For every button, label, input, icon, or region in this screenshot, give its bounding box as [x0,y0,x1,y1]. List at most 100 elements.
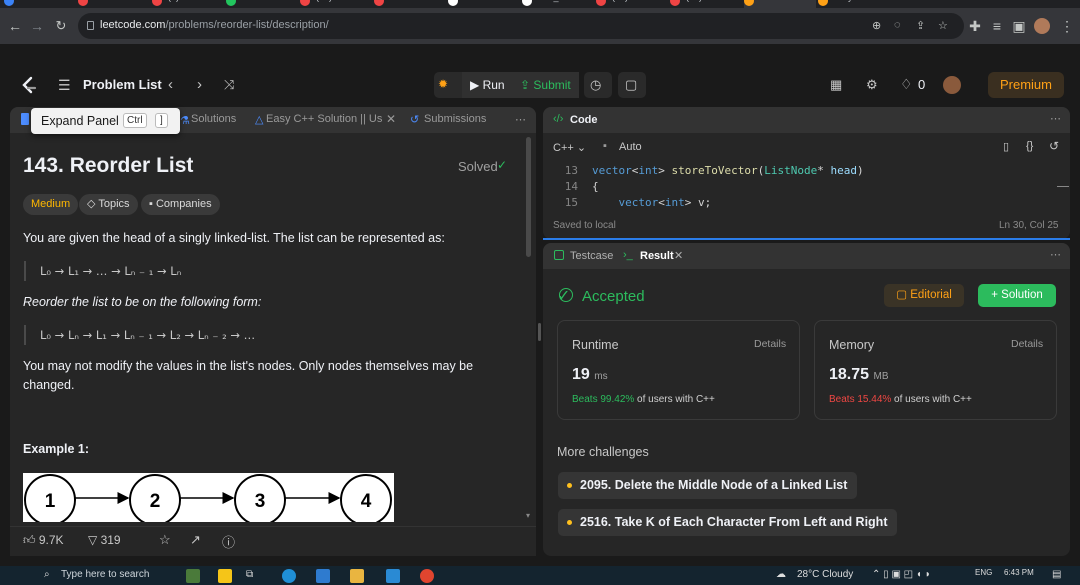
auto-mode-label[interactable]: Auto [619,141,642,153]
memory-card[interactable]: Memory Details 18.75 MB Beats 15.44% of … [814,320,1057,420]
description-tab-icon[interactable] [21,113,29,125]
search-icon[interactable]: ⌕ [44,569,50,580]
taskbar-widget-icon[interactable] [186,569,200,583]
notification-icon[interactable]: ▤ [1052,569,1061,580]
side-panel-icon[interactable]: ▣ [1010,17,1028,35]
list-icon[interactable]: ☰ [58,77,71,94]
share-icon[interactable]: ⇪ [916,19,925,32]
next-problem-icon[interactable]: › [197,76,202,93]
browser-tab[interactable]: Bike R ✕ [4,0,76,8]
close-tab-icon[interactable]: ✕ [722,0,730,2]
leetcode-logo-icon[interactable] [20,76,38,96]
language-select[interactable]: C++ ⌄ [553,141,586,154]
close-tab-icon[interactable]: ✕ [351,0,359,2]
settings-icon[interactable]: ⚙ [866,77,878,93]
language-indicator[interactable]: ENG [975,568,992,577]
vscode-icon[interactable] [386,569,400,583]
tab-submissions[interactable]: Submissions [424,113,486,125]
close-tab-icon[interactable]: ✕ [578,0,586,2]
runtime-details-link[interactable]: Details [754,338,786,350]
bookmark-icon[interactable]: ▯ [1003,140,1009,153]
zoom-icon[interactable]: ⊕ [872,19,881,32]
help-icon[interactable]: ⓘ [222,532,235,551]
code-line[interactable]: 15 vector<int> v; [550,196,712,209]
premium-button[interactable]: Premium [988,72,1064,98]
browser-tab[interactable]: (12) Lo ✕ [596,0,668,8]
close-tab-icon[interactable]: ✕ [53,0,61,2]
like-button[interactable]: 👍︎ 9.7K [23,533,64,548]
close-tab-icon[interactable]: ✕ [201,0,209,2]
mail-icon[interactable] [316,569,330,583]
format-braces-icon[interactable]: {} [1026,140,1033,152]
tab-solution-article[interactable]: Easy C++ Solution || Usin [266,113,382,125]
profile-avatar[interactable] [1034,18,1050,34]
post-solution-button[interactable]: + Solution [978,284,1056,307]
task-view-icon[interactable]: ⧉ [246,569,253,580]
bookmark-star-icon[interactable]: ☆ [938,19,948,32]
browser-tab[interactable]: Welcom ✕ [226,0,298,8]
back-icon[interactable]: ← [6,17,24,35]
close-tab-icon[interactable]: ✕ [386,112,396,126]
shuffle-icon[interactable]: ⤨ [224,77,234,93]
close-tab-icon[interactable]: ✕ [126,0,134,2]
prev-problem-icon[interactable]: ‹ [168,76,173,93]
close-tab-icon[interactable]: ✕ [426,0,434,2]
eye-off-icon[interactable]: ◌ [894,19,901,31]
clock[interactable]: 6:43 PM [1004,568,1034,577]
address-bar[interactable]: leetcode.com/problems/reorder-list/descr… [78,13,964,39]
browser-tab[interactable]: Rahil C ✕ [448,0,520,8]
debug-icon[interactable]: ✹ [438,77,448,91]
weather-text[interactable]: 28°C Cloudy [797,569,853,580]
browser-tab[interactable]: Coach ✕ [78,0,150,8]
tray-icons[interactable]: ⌃ ▯ ▣ ◰ ◖ ◗ [872,569,931,580]
layout-icon[interactable]: ▦ [830,77,842,93]
menu-icon[interactable]: ⋮ [1058,17,1076,35]
browser-tab[interactable]: (4) Wh ✕ [152,0,224,8]
panel-resize-handle[interactable] [538,323,541,341]
submit-button[interactable]: ⇪ Submit [512,72,579,98]
panel-divider-active[interactable] [543,238,1070,240]
reset-code-icon[interactable]: ↺ [1049,139,1059,153]
tab-result[interactable]: Result [640,250,674,262]
more-icon[interactable]: ⋯ [1050,112,1061,125]
reading-list-icon[interactable]: ≡ [988,17,1006,35]
browser-tab[interactable]: The_Em ✕ [522,0,594,8]
browser-tab[interactable]: (12) Th ✕ [300,0,372,8]
reload-icon[interactable]: ↻ [52,17,70,35]
browser-tab[interactable]: Rahil C ✕ [374,0,446,8]
streak-flame-icon[interactable]: ♢ [900,76,913,93]
taskbar-search-input[interactable]: Type here to search [61,569,149,580]
close-tab-icon[interactable]: ✕ [674,249,683,262]
companies-button[interactable]: ▪ Companies [141,194,220,215]
problem-list-link[interactable]: Problem List [83,77,162,92]
user-avatar[interactable] [943,76,961,94]
forward-icon[interactable]: → [28,17,46,35]
memory-details-link[interactable]: Details [1011,338,1043,350]
dislike-button[interactable]: ▽ 319 [88,533,121,547]
runtime-card[interactable]: Runtime Details 19 ms Beats 99.42% of us… [557,320,800,420]
close-tab-icon[interactable]: ✕ [647,0,655,2]
run-button[interactable]: ▶ Run [462,72,513,98]
topics-button[interactable]: ◇ Topics [79,194,138,215]
close-tab-icon[interactable]: ✕ [796,0,804,2]
browser-tab[interactable]: (67) Sh ✕ [670,0,742,8]
close-tab-icon[interactable]: ✕ [869,0,877,2]
scrollbar-thumb[interactable] [526,137,531,257]
extensions-icon[interactable]: ✚ [966,17,984,35]
chrome-icon[interactable] [420,569,434,583]
favorite-star-icon[interactable]: ☆ [159,532,171,548]
more-icon[interactable]: ⋯ [515,113,526,126]
challenge-link[interactable]: 2516. Take K of Each Character From Left… [558,509,898,536]
scroll-down-icon[interactable]: ▾ [526,511,530,520]
browser-tab[interactable]: Aaryan ✕ [818,0,890,8]
challenge-link[interactable]: 2095. Delete the Middle Node of a Linked… [558,472,858,499]
close-tab-icon[interactable]: ✕ [280,0,288,2]
tab-testcase[interactable]: Testcase [570,250,613,262]
difficulty-badge[interactable]: Medium [23,194,79,215]
file-explorer-icon[interactable] [350,569,364,583]
browser-tab[interactable]: Reorde ✕ [744,0,816,8]
more-icon[interactable]: ⋯ [1050,248,1061,261]
code-line[interactable]: 14{ [550,180,599,193]
taskbar-app-icon[interactable] [218,569,232,583]
code-tab-title[interactable]: Code [570,114,598,126]
